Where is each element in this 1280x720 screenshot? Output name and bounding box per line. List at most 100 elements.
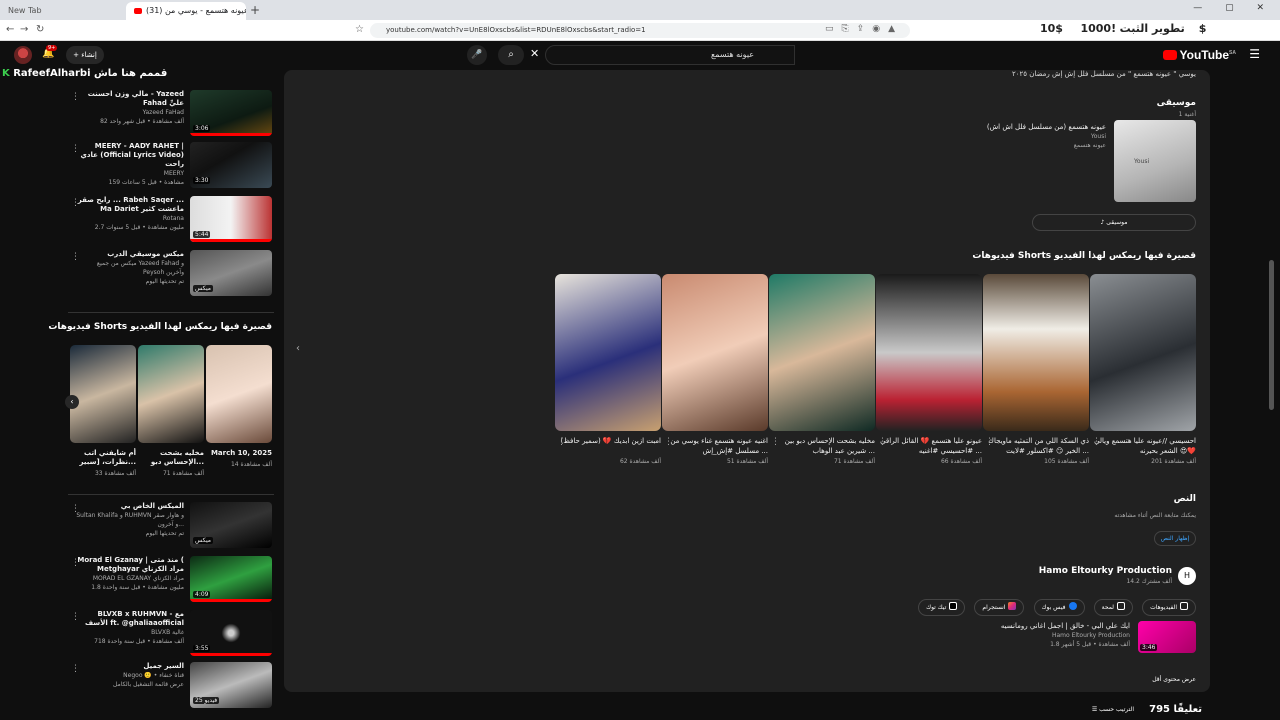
shorts-card[interactable]: احسيسي //عيونه عليا هتسمع ويالي الشعر بح… [1090,274,1196,465]
shorts-title[interactable]: اغنيه عيونه هتسمع غناء يوسي من مسلسل #إش… [662,436,768,456]
shorts-card[interactable]: ذي السكة اللي من التمثيه ماويجاك الخير 😏… [983,274,1089,465]
youtube-logo[interactable]: YouTubeSA [1162,48,1236,62]
shorts-title[interactable]: ذي السكة اللي من التمثيه ماويجاك الخير 😏… [983,436,1089,456]
more-vert-icon[interactable]: ⋮ [664,437,673,447]
chevron-left-icon[interactable]: ‹ [65,395,79,409]
sort-by-button[interactable]: ☰ الترتيب حسب [1092,706,1134,713]
music-button[interactable]: ♪ موسيقى [1032,214,1196,231]
shorts-card[interactable]: أم شايفني اتب نظرات، [سبير... 33 ألف مشا… [70,345,136,477]
link-instagram[interactable]: انستجرام [974,599,1025,616]
video-title[interactable]: BLVXB x RUHMVN - مع الأسف ft. @ghaliaaof… [76,610,184,628]
video-title[interactable]: رابح صقر ... Rabeh Saqer ... Ma Dariet م… [76,196,184,214]
featured-video-thumbnail[interactable]: 3:46 [1138,621,1196,653]
shorts-title[interactable]: عيونو عليا هتسمع 💔 القائل الراقي #احسيسي… [876,436,982,456]
shorts-card[interactable]: March 10, 2025 14 ألف مشاهدة [206,345,272,468]
video-title[interactable]: Morad El Gzanay | منذ متى ( Metghayar مر… [76,556,184,574]
channel-name[interactable]: Hamo Eltourky Production [1039,566,1172,576]
more-vert-icon[interactable]: ⋮ [771,437,780,447]
forward-icon[interactable]: → [20,24,28,35]
more-vert-icon[interactable]: ⋮ [985,437,994,447]
list-item[interactable]: ميكس ميكس موسيقي الدرب ميكس من جميع Yazee… [68,250,274,300]
more-vert-icon[interactable]: ⋮ [71,92,80,102]
shorts-title[interactable]: أم شايفني اتب نظرات، [سبير... [70,449,136,467]
shorts-title[interactable]: احسيسي //عيونه عليا هتسمع ويالي الشعر بح… [1090,436,1196,456]
video-title[interactable]: مالي وزن احسنت - Yazeed Fahad عليِّ [76,90,184,108]
video-title[interactable]: الميكس الخاص بي [76,502,184,511]
show-less-button[interactable]: عرض محتوى أقل [1152,676,1196,683]
shorts-thumbnail[interactable] [138,345,204,443]
list-item[interactable]: 4:09 Morad El Gzanay | منذ متى ( Metghay… [68,556,274,606]
menu-icon[interactable]: ☰ [1249,47,1260,61]
video-thumbnail[interactable]: 4:09 [190,556,272,602]
avatar[interactable] [14,46,32,64]
featured-video-title[interactable]: ايك علي البي - خالق | اجمل اغاني رومانسي… [910,621,1130,631]
chevron-left-icon[interactable]: ‹ [296,343,300,354]
shorts-thumbnail[interactable] [876,274,982,431]
video-title[interactable]: ميكس موسيقي الدرب [76,250,184,259]
search-input[interactable]: عيونه هتسمع [545,45,795,65]
list-item[interactable]: 5:44 رابح صقر ... Rabeh Saqer ... Ma Dar… [68,196,274,246]
video-channel[interactable]: Sultan Khalifa و RUHMVN و هاوار صقر و آخ… [76,511,184,529]
video-thumbnail[interactable]: ميكس [190,502,272,548]
video-thumbnail[interactable]: 3:30 [190,142,272,188]
show-transcript-button[interactable]: إظهار النص [1154,531,1196,546]
shorts-thumbnail[interactable] [555,274,661,431]
video-thumbnail[interactable]: 3:06 [190,90,272,136]
shorts-thumbnail[interactable] [769,274,875,431]
video-title[interactable]: MEERY - AADY RAHET | عادي (Official Lyri… [76,142,184,169]
link-facebook[interactable]: فيس بوك [1033,599,1085,616]
more-vert-icon[interactable]: ⋮ [71,252,80,262]
shorts-card[interactable]: امبت ازين ابديك 💔 (سمير حافظ) 62 ألف مشا… [555,274,661,465]
video-thumbnail[interactable]: 3:55 [190,610,272,656]
more-vert-icon[interactable]: ⋮ [71,144,80,154]
video-channel[interactable]: Negoo 🙂 • قناة خنفاء [76,671,184,680]
more-vert-icon[interactable]: ⋮ [71,558,80,568]
tab-youtube[interactable]: (31) عيونه هتسمع - يوسي من...✕ [126,2,246,20]
video-channel[interactable]: Rotana [76,214,184,223]
mic-icon[interactable]: 🎤 [467,45,487,65]
more-vert-icon[interactable]: ⋮ [71,198,80,208]
shorts-thumbnail[interactable] [662,274,768,431]
shorts-title[interactable]: مخليه بشحت الإحساس دبو بين شيرين عبد الو… [769,436,875,456]
video-thumbnail[interactable]: 25 فيديو [190,662,272,708]
shorts-title[interactable]: امبت ازين ابديك 💔 (سمير حافظ) [555,436,661,456]
link-tiktok[interactable]: تيك توك [918,599,966,616]
more-vert-icon[interactable]: ⋮ [557,437,566,447]
extension-icons[interactable]: ▭⎘⇪◉▲ [825,24,903,34]
shorts-card[interactable]: اغنيه عيونه هتسمع غناء يوسي من مسلسل #إش… [662,274,768,465]
shorts-card[interactable]: مخليه بشحت الإحساس دبو بين شيرين عبد الو… [769,274,875,465]
bell-icon[interactable]: 🔔 9+ [42,45,58,59]
page-scrollbar[interactable] [1269,72,1274,712]
list-item[interactable]: 3:55 BLVXB x RUHMVN - مع الأسف ft. @ghal… [68,610,274,660]
music-artist[interactable]: Yousi [966,132,1106,141]
more-vert-icon[interactable]: ⋮ [71,504,80,514]
list-item[interactable]: ميكس الميكس الخاص بي Sultan Khalifa و RUH… [68,502,274,552]
channel-avatar[interactable]: H [1178,567,1196,585]
shorts-title[interactable]: مخليه بشحت الإحساس دبو... [138,449,204,467]
video-channel[interactable]: BLVXB غالية [76,628,184,637]
clear-search-icon[interactable]: ✕ [530,47,539,60]
search-icon[interactable]: ⌕ [498,45,524,65]
list-item[interactable]: 3:30 MEERY - AADY RAHET | عادي (Official… [68,142,274,192]
shorts-card[interactable]: مخليه بشحت الإحساس دبو... 71 ألف مشاهدة [138,345,204,477]
video-thumbnail[interactable]: ميكس [190,250,272,296]
shorts-thumbnail[interactable] [70,345,136,443]
new-tab-button[interactable]: + [250,3,260,17]
more-vert-icon[interactable]: ⋮ [71,612,80,622]
shorts-thumbnail[interactable] [1090,274,1196,431]
link-about[interactable]: لمحة [1093,599,1133,616]
reload-icon[interactable]: ↻ [36,24,44,35]
more-vert-icon[interactable]: ⋮ [1092,437,1101,447]
music-song-title[interactable]: عيونه هتسمع (من مسلسل فلل اش اش) [966,122,1106,132]
shorts-title[interactable]: March 10, 2025 [206,449,272,458]
window-controls[interactable]: — ▢ ✕ [1193,3,1274,13]
featured-video-channel[interactable]: Hamo Eltourky Production [910,631,1130,640]
video-channel[interactable]: MEERY [76,169,184,178]
shorts-thumbnail[interactable] [206,345,272,443]
scrollbar-thumb[interactable] [1269,260,1274,410]
video-channel[interactable]: MORAD EL GZANAY مراد الكزناي [76,574,184,583]
tab-new[interactable]: New Tab [0,2,120,20]
music-album-art[interactable]: Yousi [1114,120,1196,202]
video-channel[interactable]: ميكس من جميع Yazeed Fahad و Peysoh وآخري… [76,259,184,277]
video-thumbnail[interactable]: 5:44 [190,196,272,242]
